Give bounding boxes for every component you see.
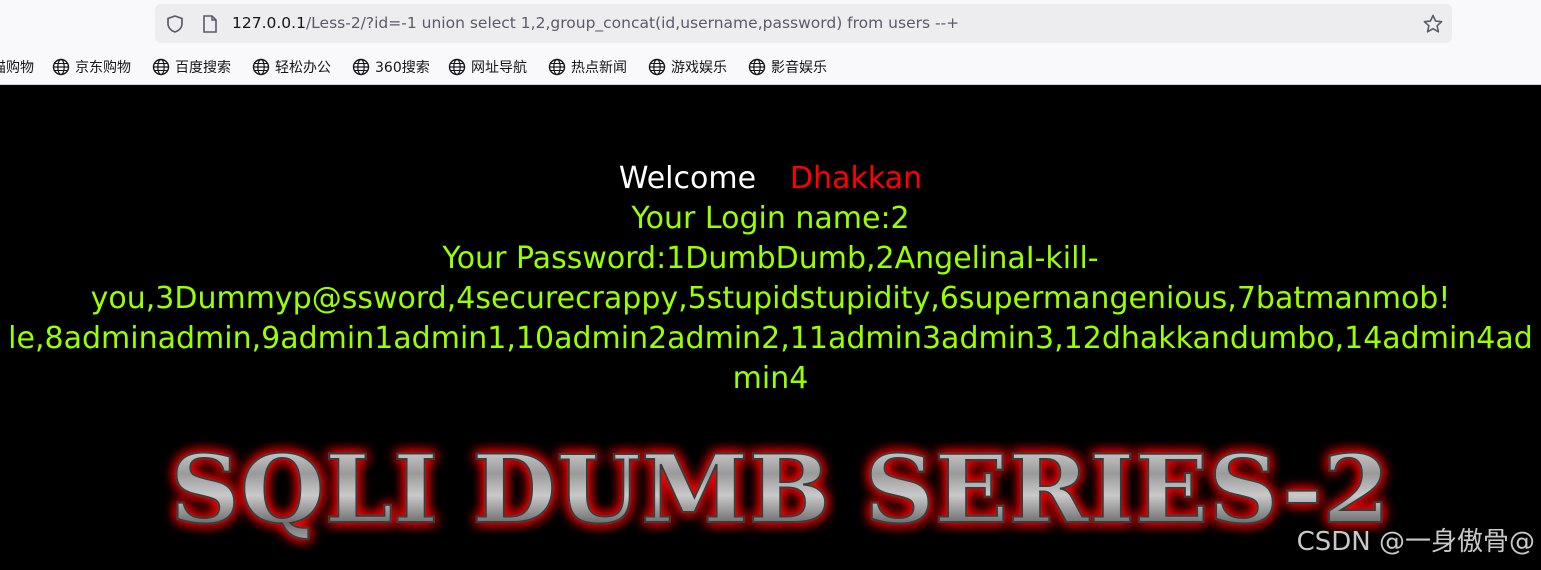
bookmark-item[interactable]: 360搜索 bbox=[352, 50, 430, 84]
globe-icon bbox=[352, 58, 370, 76]
bookmark-item[interactable]: 影音娱乐 bbox=[748, 50, 827, 84]
bookmark-item[interactable]: 轻松办公 bbox=[252, 50, 331, 84]
bookmark-label: 影音娱乐 bbox=[771, 60, 827, 76]
url-host: 127.0.0.1 bbox=[232, 14, 306, 32]
bookmark-star-icon[interactable] bbox=[1422, 13, 1444, 35]
bookmark-item[interactable]: 京东购物 bbox=[52, 50, 131, 84]
globe-icon bbox=[152, 58, 170, 76]
welcome-name: Dhakkan bbox=[790, 161, 923, 196]
browser-chrome: 127.0.0.1/Less-2/?id=-1 union select 1,2… bbox=[0, 0, 1541, 85]
url-path: /Less-2/?id=-1 union select 1,2,group_co… bbox=[305, 14, 960, 32]
bookmark-item[interactable]: 百度搜索 bbox=[152, 50, 231, 84]
bookmark-label: 网址导航 bbox=[471, 60, 527, 76]
bookmark-item[interactable]: 网址导航 bbox=[448, 50, 527, 84]
bookmark-label: 360搜索 bbox=[375, 60, 430, 76]
csdn-watermark: CSDN @一身傲骨@ bbox=[1296, 527, 1535, 557]
bookmark-label: 游戏娱乐 bbox=[671, 60, 727, 76]
page-icon[interactable] bbox=[201, 14, 219, 34]
bookmark-label: 猫购物 bbox=[0, 60, 34, 76]
bookmark-label: 京东购物 bbox=[75, 60, 131, 76]
bookmark-label: 百度搜索 bbox=[175, 60, 231, 76]
sqli-dumb-series-logo: SQLI DUMB SERIES-2 bbox=[169, 434, 1391, 546]
bookmarks-toolbar: 猫购物 京东购物 百度搜索 轻松办公 360搜索 网址导航 热点新闻 游戏娱乐 bbox=[0, 50, 1541, 84]
shield-icon[interactable] bbox=[165, 14, 185, 34]
globe-icon bbox=[252, 58, 270, 76]
globe-icon bbox=[748, 58, 766, 76]
login-name: Your Login name:2 bbox=[631, 201, 910, 236]
logo-text: SQLI DUMB SERIES-2 bbox=[170, 435, 1390, 545]
url-text[interactable]: 127.0.0.1/Less-2/?id=-1 union select 1,2… bbox=[232, 4, 959, 43]
password-line-2: you,3Dummyp@ssword,4securecrappy,5stupid… bbox=[90, 281, 1451, 316]
password-line-1: Your Password:1DumbDumb,2AngelinaI-kill- bbox=[442, 241, 1099, 276]
page-content: Welcome Dhakkan Your Login name:2 Your Pa… bbox=[0, 85, 1541, 570]
bookmark-item[interactable]: 热点新闻 bbox=[548, 50, 627, 84]
globe-icon bbox=[448, 58, 466, 76]
globe-icon bbox=[548, 58, 566, 76]
bookmark-label: 轻松办公 bbox=[275, 60, 331, 76]
bookmark-item[interactable]: 猫购物 bbox=[0, 50, 34, 84]
address-bar[interactable]: 127.0.0.1/Less-2/?id=-1 union select 1,2… bbox=[155, 4, 1452, 43]
globe-icon bbox=[648, 58, 666, 76]
globe-icon bbox=[52, 58, 70, 76]
bookmark-label: 热点新闻 bbox=[571, 60, 627, 76]
bookmark-item[interactable]: 游戏娱乐 bbox=[648, 50, 727, 84]
welcome-label: Welcome bbox=[618, 161, 757, 196]
result-message: Welcome Dhakkan Your Login name:2 Your Pa… bbox=[0, 159, 1541, 399]
welcome-line: Welcome Dhakkan bbox=[0, 159, 1541, 199]
password-line-3: le,8adminadmin,9admin1admin1,10admin2adm… bbox=[8, 321, 1533, 396]
